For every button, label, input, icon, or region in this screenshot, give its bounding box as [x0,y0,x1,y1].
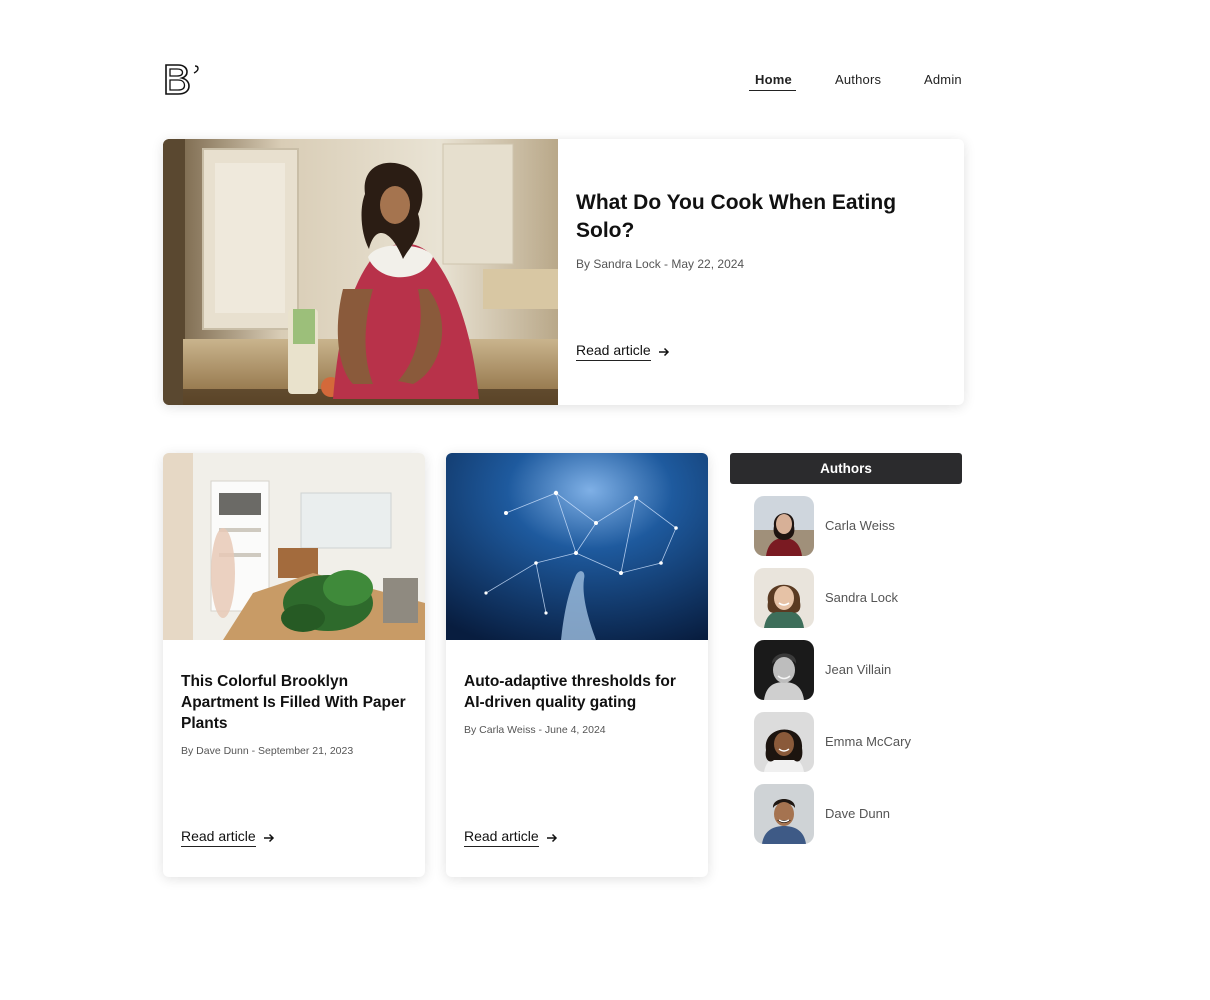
featured-article-meta: By Sandra Lock - May 22, 2024 [576,257,745,271]
author-item[interactable]: Sandra Lock [754,568,954,628]
featured-article-image[interactable] [163,139,558,405]
nav-admin[interactable]: Admin [924,72,962,90]
read-article-link[interactable]: Read article [181,828,275,847]
article-card[interactable]: Auto-adaptive thresholds for AI-driven q… [446,453,708,877]
read-article-link[interactable]: Read article [464,828,558,847]
featured-article-title[interactable]: What Do You Cook When Eating Solo? [576,189,926,245]
arrow-right-icon [263,833,274,842]
author-name[interactable]: Jean Villain [825,662,891,677]
author-item[interactable]: Jean Villain [754,640,954,700]
author-name[interactable]: Carla Weiss [825,518,895,533]
article-title[interactable]: Auto-adaptive thresholds for AI-driven q… [464,671,692,713]
article-card[interactable]: This Colorful Brooklyn Apartment Is Fill… [163,453,425,877]
arrow-right-icon [546,833,557,842]
nav-home[interactable]: Home [749,72,796,91]
avatar [754,784,814,844]
article-image[interactable] [163,453,425,640]
author-item[interactable]: Carla Weiss [754,496,954,556]
avatar [754,640,814,700]
article-meta: By Dave Dunn - September 21, 2023 [181,745,354,757]
main-nav: Home Authors Admin [740,72,970,94]
avatar [754,712,814,772]
avatar [754,568,814,628]
featured-read-article-link[interactable]: Read article [576,342,670,361]
author-item[interactable]: Dave Dunn [754,784,954,844]
author-name[interactable]: Dave Dunn [825,806,890,821]
author-item[interactable]: Emma McCary [754,712,954,772]
article-title[interactable]: This Colorful Brooklyn Apartment Is Fill… [181,671,409,734]
brand-logo-icon[interactable] [164,63,204,97]
authors-sidebar-title: Authors [730,453,962,484]
author-name[interactable]: Sandra Lock [825,590,898,605]
read-article-label: Read article [181,828,256,847]
avatar [754,496,814,556]
article-meta: By Carla Weiss - June 4, 2024 [464,724,606,736]
author-name[interactable]: Emma McCary [825,734,911,749]
arrow-right-icon [658,347,669,356]
featured-article-card[interactable]: What Do You Cook When Eating Solo? By Sa… [163,139,964,405]
article-image[interactable] [446,453,708,640]
read-article-label: Read article [464,828,539,847]
read-article-label: Read article [576,342,651,361]
nav-authors[interactable]: Authors [835,72,881,90]
